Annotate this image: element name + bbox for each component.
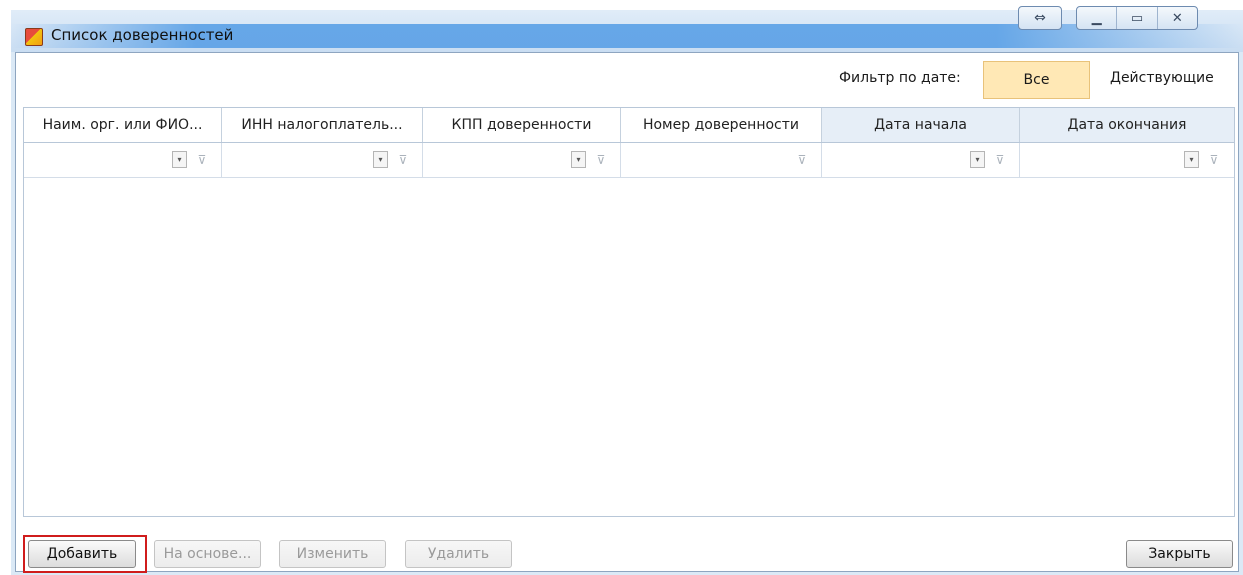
maximize-icon[interactable]: ▭ <box>1117 7 1158 29</box>
minimize-icon[interactable]: ▁ <box>1077 7 1118 29</box>
dropdown-icon[interactable]: ▾ <box>970 151 985 168</box>
based-on-button[interactable]: На основе... <box>154 540 261 568</box>
filter-cell-start-date[interactable]: ▾ ⊽ <box>822 143 1020 177</box>
content-panel: Фильтр по дате: Все Действующие Наим. ор… <box>15 52 1239 573</box>
column-header-inn[interactable]: ИНН налогоплатель... <box>222 108 423 142</box>
clear-filter-icon[interactable]: ⊽ <box>593 151 609 169</box>
column-header-org-name[interactable]: Наим. орг. или ФИО... <box>24 108 222 142</box>
filter-all-button[interactable]: Все <box>983 61 1090 99</box>
window: Список доверенностей ⇔ ▁ ▭ ✕ Фильтр по д… <box>11 0 1243 575</box>
clear-filter-icon[interactable]: ⊽ <box>992 151 1008 169</box>
column-header-end-date[interactable]: Дата окончания <box>1020 108 1234 142</box>
dropdown-icon[interactable]: ▾ <box>1184 151 1199 168</box>
window-controls: ▁ ▭ ✕ <box>1076 6 1198 30</box>
dropdown-icon[interactable]: ▾ <box>571 151 586 168</box>
edit-button[interactable]: Изменить <box>279 540 386 568</box>
clear-filter-icon[interactable]: ⊽ <box>794 151 810 169</box>
filter-cell-inn[interactable]: ▾ ⊽ <box>222 143 423 177</box>
delete-button[interactable]: Удалить <box>405 540 512 568</box>
powers-of-attorney-grid: Наим. орг. или ФИО... ИНН налогоплатель.… <box>23 107 1235 517</box>
title-bar[interactable]: Список доверенностей ⇔ ▁ ▭ ✕ <box>11 0 1243 52</box>
close-icon[interactable]: ✕ <box>1158 7 1197 29</box>
grid-filter-row: ▾ ⊽ ▾ ⊽ ▾ ⊽ ⊽ ▾ ⊽ ▾ ⊽ <box>24 143 1234 178</box>
filter-cell-org-name[interactable]: ▾ ⊽ <box>24 143 222 177</box>
filter-active-button[interactable]: Действующие <box>1110 70 1214 86</box>
clear-filter-icon[interactable]: ⊽ <box>395 151 411 169</box>
dropdown-icon[interactable]: ▾ <box>172 151 187 168</box>
filter-cell-end-date[interactable]: ▾ ⊽ <box>1020 143 1234 177</box>
date-filter-label: Фильтр по дате: <box>839 70 961 86</box>
clear-filter-icon[interactable]: ⊽ <box>1206 151 1222 169</box>
clear-filter-icon[interactable]: ⊽ <box>194 151 210 169</box>
filter-cell-number[interactable]: ⊽ <box>621 143 822 177</box>
resize-icon[interactable]: ⇔ <box>1018 6 1062 30</box>
column-header-start-date[interactable]: Дата начала <box>822 108 1020 142</box>
column-header-number[interactable]: Номер доверенности <box>621 108 822 142</box>
close-button[interactable]: Закрыть <box>1126 540 1233 568</box>
filter-cell-kpp[interactable]: ▾ ⊽ <box>423 143 621 177</box>
app-icon <box>25 28 43 46</box>
add-button[interactable]: Добавить <box>28 540 136 568</box>
date-filter-bar: Фильтр по дате: Все Действующие <box>16 53 1238 101</box>
window-title: Список доверенностей <box>51 26 234 44</box>
column-header-kpp[interactable]: КПП доверенности <box>423 108 621 142</box>
grid-header: Наим. орг. или ФИО... ИНН налогоплатель.… <box>24 108 1234 143</box>
dropdown-icon[interactable]: ▾ <box>373 151 388 168</box>
